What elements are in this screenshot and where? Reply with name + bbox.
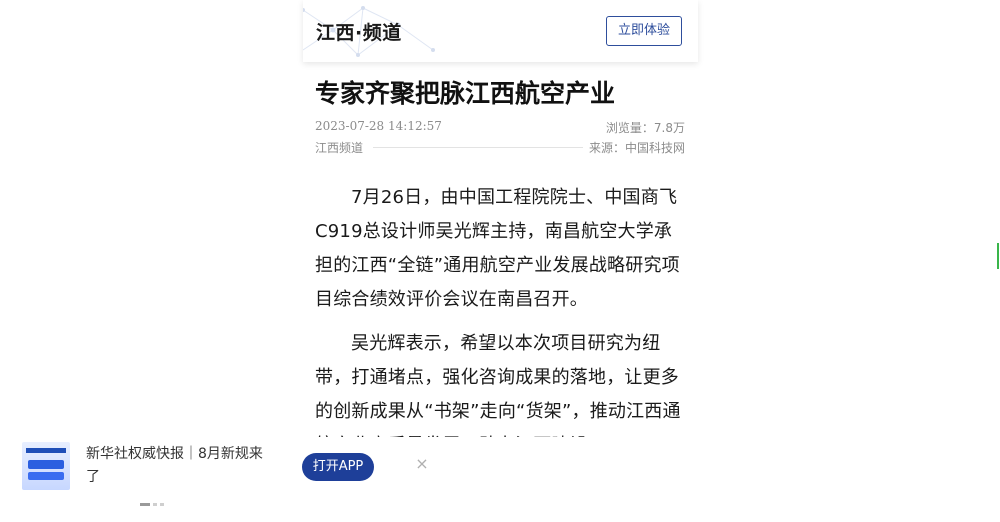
scroll-edge-indicator <box>997 243 999 269</box>
divider <box>373 147 583 148</box>
view-count: 浏览量：7.8万 <box>605 121 685 135</box>
article-paragraph: 7月26日，由中国工程院院士、中国商飞C919总设计师吴光辉主持，南昌航空大学承… <box>315 187 680 310</box>
article-source-row: 江西频道 来源：中国科技网 <box>315 139 685 155</box>
article-paragraph: 吴光辉表示，希望以本次项目研究为纽带，打通堵点，强化咨询成果的落地，让更多的创新… <box>315 333 681 437</box>
channel-name: 江西·频道 <box>316 22 402 44</box>
page: 江西·频道 立即体验 专家齐聚把脉江西航空产业 2023-07-28 14:12… <box>0 0 1000 521</box>
close-icon[interactable]: × <box>414 454 430 474</box>
article-title: 专家齐聚把脉江西航空产业 <box>315 79 616 108</box>
promo-thumbnail[interactable] <box>22 442 70 490</box>
article-source: 来源：中国科技网 <box>588 141 685 155</box>
publish-date: 2023-07-28 14:12:57 <box>315 119 442 133</box>
carousel-dot-active <box>140 503 150 506</box>
channel-header: 江西·频道 立即体验 <box>303 0 698 62</box>
channel-link[interactable]: 江西频道 <box>315 139 363 156</box>
open-app-button[interactable]: 打开APP <box>302 453 374 481</box>
carousel-indicator <box>140 503 167 507</box>
try-now-button[interactable]: 立即体验 <box>606 16 682 46</box>
promo-headline[interactable]: 新华社权威快报｜8月新规来了 <box>86 443 266 489</box>
carousel-dot <box>153 503 157 506</box>
carousel-dot <box>160 503 164 506</box>
article-meta: 2023-07-28 14:12:57 浏览量：7.8万 <box>315 119 685 135</box>
